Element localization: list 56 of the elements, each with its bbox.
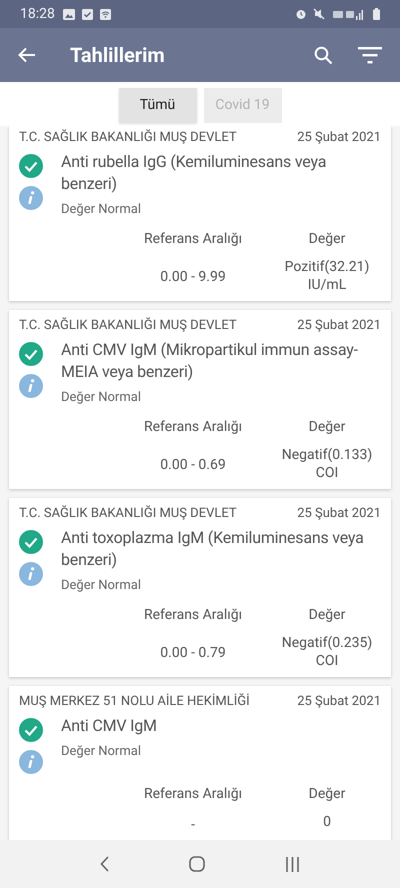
status-time: 18:28 — [20, 4, 55, 24]
test-name: Anti CMV IgM (Mikropartikul immun assay-MEIA veya benzeri) — [61, 338, 359, 382]
wifi-icon — [100, 8, 111, 20]
check-icon — [19, 718, 43, 742]
check-icon — [19, 154, 43, 178]
reference-range: 0.00 - 9.99 — [159, 268, 227, 286]
column-header: Değer — [308, 418, 346, 437]
status-text: Değer Normal — [61, 388, 142, 406]
home-nav-icon[interactable] — [189, 856, 205, 872]
status-text: Değer Normal — [61, 200, 142, 218]
result-card[interactable]: T.C. SAĞLIK BAKANLIĞI MUŞ DEVLET 25 Şubat 2021 Anti CMV IgM (Mikropartikul immun assay-MEIA veya benzeri) Değer Normal Referans Aralığı Değer 0.00 - 0.69 Negatif(0.133) COI — [9, 310, 391, 489]
filter-tab[interactable]: Tümü — [118, 88, 196, 123]
status-text: Değer Normal — [61, 576, 142, 594]
image-icon — [62, 8, 75, 20]
reference-range: - — [190, 816, 196, 834]
recents-nav-icon[interactable] — [285, 856, 300, 872]
result-value: Pozitif(32.21) IU/mL — [284, 258, 370, 294]
signal-icon — [333, 8, 363, 20]
result-card[interactable]: T.C. SAĞLIK BAKANLIĞI MUŞ DEVLET 25 Şubat 2021 Anti rubella IgG (Kemiluminesans veya benzeri) Değer Normal Referans Aralığı Değer 0.00 - 9.99 Pozitif(32.21) IU/mL — [9, 126, 391, 301]
result-value: Negatif(0.133) COI — [280, 446, 374, 482]
status-text: Değer Normal — [61, 742, 142, 760]
column-header: Referans Aralığı — [142, 230, 244, 249]
institution-name: T.C. SAĞLIK BAKANLIĞI MUŞ DEVLET — [19, 504, 237, 523]
result-date: 25 Şubat 2021 — [297, 317, 381, 335]
screen-title: Tahlillerim — [70, 42, 165, 69]
result-card[interactable]: MUŞ MERKEZ 51 NOLU AİLE HEKİMLİĞİ 25 Şubat 2021 Anti CMV IgM Değer Normal Referans Aralığı Değer - 0 — [9, 686, 391, 840]
test-name: Anti CMV IgM — [61, 714, 158, 736]
search-icon[interactable] — [314, 46, 333, 64]
result-date: 25 Şubat 2021 — [297, 129, 381, 147]
test-name: Anti toxoplazma IgM (Kemiluminesans veya benzeri) — [61, 526, 365, 570]
column-header: Değer — [308, 606, 346, 625]
result-value: 0 — [322, 812, 332, 832]
reference-range: 0.00 - 0.79 — [159, 644, 227, 662]
institution-name: MUŞ MERKEZ 51 NOLU AİLE HEKİMLİĞİ — [19, 692, 250, 711]
result-date: 25 Şubat 2021 — [297, 505, 381, 523]
result-value: Negatif(0.235) COI — [280, 634, 374, 670]
filter-icon[interactable] — [358, 46, 382, 64]
test-name: Anti rubella IgG (Kemiluminesans veya benzeri) — [61, 150, 328, 194]
check-icon — [19, 342, 43, 366]
column-header: Referans Aralığı — [142, 784, 244, 804]
result-date: 25 Şubat 2021 — [297, 693, 381, 711]
battery-icon — [373, 8, 380, 20]
back-arrow-icon[interactable] — [18, 47, 36, 63]
reference-range: 0.00 - 0.69 — [159, 456, 227, 474]
column-header: Değer — [308, 230, 346, 249]
institution-name: T.C. SAĞLIK BAKANLIĞI MUŞ DEVLET — [19, 316, 237, 335]
column-header: Referans Aralığı — [142, 606, 244, 625]
column-header: Referans Aralığı — [142, 418, 244, 437]
mute-icon — [313, 8, 325, 20]
column-header: Değer — [308, 784, 346, 804]
institution-name: T.C. SAĞLIK BAKANLIĞI MUŞ DEVLET — [19, 128, 237, 147]
back-nav-icon[interactable] — [100, 856, 109, 872]
result-card[interactable]: T.C. SAĞLIK BAKANLIĞI MUŞ DEVLET 25 Şubat 2021 Anti toxoplazma IgM (Kemiluminesans veya benzeri) Değer Normal Referans Aralığı Değer 0.00 - 0.79 Negatif(0.235) COI — [9, 498, 391, 677]
check-icon — [19, 530, 43, 554]
alarm-icon — [295, 8, 307, 20]
checkbox-icon — [82, 8, 93, 20]
